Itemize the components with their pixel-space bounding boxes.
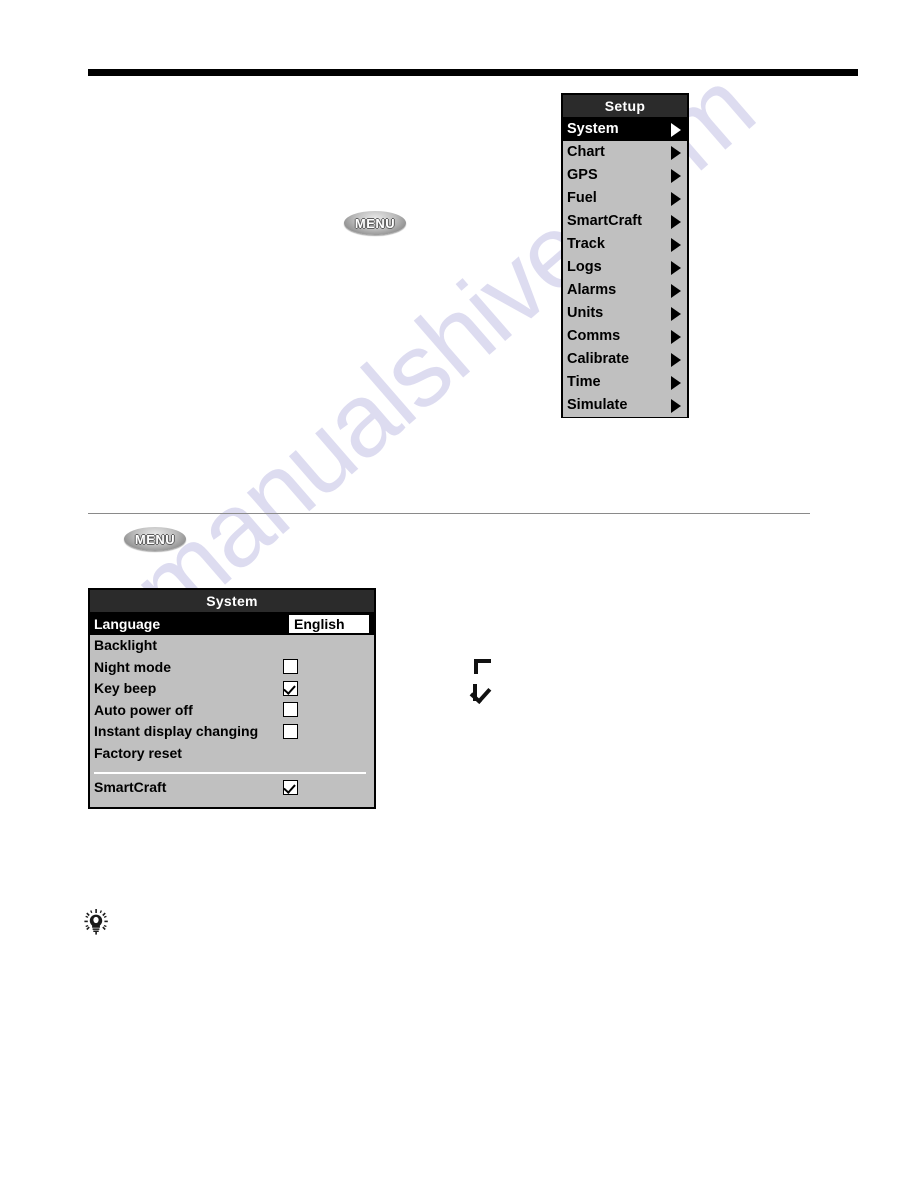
system-row-language[interactable]: Language English xyxy=(90,613,374,635)
system-row-label: Language xyxy=(94,615,161,632)
menu-key-label-2: MENU xyxy=(134,531,176,547)
system-section-separator xyxy=(94,771,366,774)
system-row-label: SmartCraft xyxy=(94,779,167,796)
setup-item-gps[interactable]: GPS xyxy=(563,164,687,187)
system-row-label: Factory reset xyxy=(94,744,182,761)
chevron-right-icon xyxy=(671,168,681,183)
menu-key-graphic-1: MENU xyxy=(344,211,406,235)
system-row-factory-reset[interactable]: Factory reset xyxy=(90,742,374,764)
setup-item-chart[interactable]: Chart xyxy=(563,141,687,164)
setup-item-time[interactable]: Time xyxy=(563,371,687,394)
system-row-label: Backlight xyxy=(94,637,158,654)
setup-item-smartcraft[interactable]: SmartCraft xyxy=(563,210,687,233)
language-value[interactable]: English xyxy=(288,613,370,634)
setup-item-label: Comms xyxy=(567,328,621,345)
setup-item-label: Track xyxy=(567,236,605,253)
setup-item-label: Calibrate xyxy=(567,351,630,368)
system-row-label: Instant display changing xyxy=(94,723,259,740)
menu-key-label-1: MENU xyxy=(354,215,396,231)
system-row-night-mode[interactable]: Night mode xyxy=(90,656,374,678)
setup-item-logs[interactable]: Logs xyxy=(563,256,687,279)
setup-item-label: Time xyxy=(567,374,601,391)
setup-item-system[interactable]: System xyxy=(563,118,687,141)
section-divider-rule xyxy=(88,513,810,514)
system-row-label: Auto power off xyxy=(94,701,193,718)
setup-item-fuel[interactable]: Fuel xyxy=(563,187,687,210)
checkbox-unchecked-glyph xyxy=(474,659,491,674)
setup-item-label: Chart xyxy=(567,144,605,161)
setup-item-label: SmartCraft xyxy=(567,213,642,230)
chevron-right-icon xyxy=(671,283,681,298)
chevron-right-icon xyxy=(671,237,681,252)
setup-item-label: Logs xyxy=(567,259,602,276)
auto-power-off-checkbox[interactable] xyxy=(283,702,298,718)
system-row-auto-power-off[interactable]: Auto power off xyxy=(90,699,374,721)
setup-item-label: System xyxy=(567,121,619,138)
chevron-right-icon xyxy=(671,191,681,206)
top-horizontal-rule xyxy=(88,69,858,76)
setup-item-comms[interactable]: Comms xyxy=(563,325,687,348)
system-row-instant-display-changing[interactable]: Instant display changing xyxy=(90,721,374,743)
setup-item-label: GPS xyxy=(567,167,598,184)
setup-item-label: Alarms xyxy=(567,282,617,299)
checkbox-checked-glyph xyxy=(469,681,493,705)
setup-menu-panel: Setup System Chart GPS Fuel SmartCraft T… xyxy=(561,93,689,418)
night-mode-checkbox[interactable] xyxy=(283,659,298,675)
chevron-right-icon xyxy=(671,260,681,275)
setup-item-label: Units xyxy=(567,305,604,322)
chevron-right-icon xyxy=(671,329,681,344)
system-row-label: Key beep xyxy=(94,680,157,697)
system-row-backlight[interactable]: Backlight xyxy=(90,635,374,657)
setup-item-label: Simulate xyxy=(567,397,628,414)
lightbulb-icon xyxy=(84,909,108,935)
system-row-spacer xyxy=(90,764,374,768)
setup-item-units[interactable]: Units xyxy=(563,302,687,325)
system-row-key-beep[interactable]: Key beep xyxy=(90,678,374,700)
checkbox-checked-icon xyxy=(469,681,493,705)
chevron-right-icon xyxy=(671,352,681,367)
instant-display-changing-checkbox[interactable] xyxy=(283,723,298,739)
setup-item-alarms[interactable]: Alarms xyxy=(563,279,687,302)
chevron-right-icon xyxy=(671,122,681,137)
setup-item-track[interactable]: Track xyxy=(563,233,687,256)
document-page: manualshive.com MENU MENU Setup System C… xyxy=(0,0,918,1188)
chevron-right-icon xyxy=(671,306,681,321)
system-menu-title: System xyxy=(90,590,374,613)
chevron-right-icon xyxy=(671,214,681,229)
smartcraft-checkbox[interactable] xyxy=(283,779,298,795)
setup-menu-title: Setup xyxy=(563,95,687,118)
chevron-right-icon xyxy=(671,145,681,160)
system-menu-panel: System Language English Backlight Night … xyxy=(88,588,376,809)
checkbox-unchecked-icon xyxy=(474,659,491,674)
chevron-right-icon xyxy=(671,375,681,390)
setup-item-calibrate[interactable]: Calibrate xyxy=(563,348,687,371)
system-row-smartcraft[interactable]: SmartCraft xyxy=(90,777,374,799)
key-beep-checkbox[interactable] xyxy=(283,680,298,696)
setup-item-simulate[interactable]: Simulate xyxy=(563,394,687,417)
watermark: manualshive.com xyxy=(110,49,775,649)
system-row-label: Night mode xyxy=(94,658,171,675)
setup-item-label: Fuel xyxy=(567,190,597,207)
chevron-right-icon xyxy=(671,398,681,413)
menu-key-graphic-2: MENU xyxy=(124,527,186,551)
